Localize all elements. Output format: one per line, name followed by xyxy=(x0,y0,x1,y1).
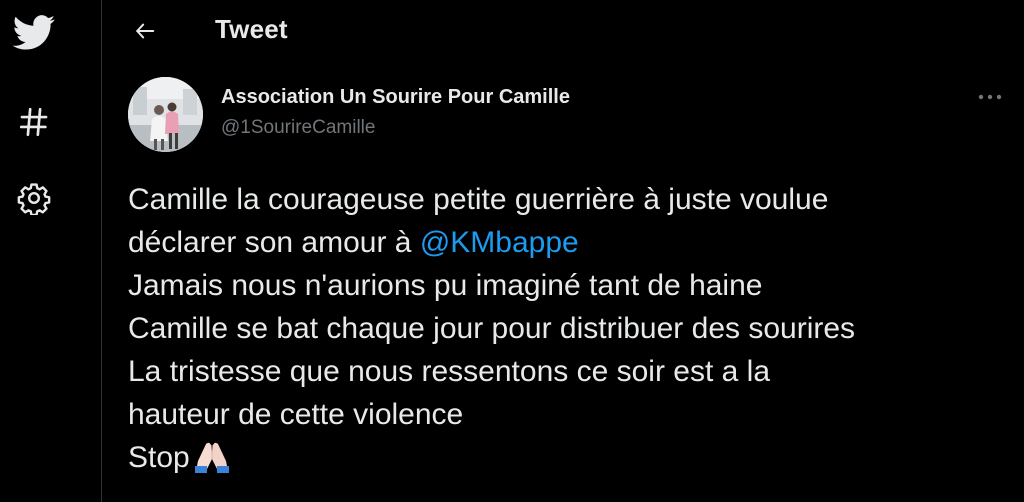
twitter-app: Tweet Association Un Sourire Pour Camill… xyxy=(0,0,1024,502)
gear-icon[interactable] xyxy=(12,176,56,220)
main-column: Tweet Association Un Sourire Pour Camill… xyxy=(102,0,1024,502)
folded-hands-emoji-icon xyxy=(192,441,232,485)
tweet-line: La tristesse que nous ressentons ce soir… xyxy=(128,355,771,388)
author-handle[interactable]: @1SourireCamille xyxy=(221,117,375,139)
author-name[interactable]: Association Un Sourire Pour Camille xyxy=(221,86,570,109)
tweet-line-text: Stop xyxy=(128,441,190,474)
sidebar xyxy=(0,0,102,502)
more-horizontal-icon xyxy=(978,94,1002,100)
more-button[interactable] xyxy=(972,84,1008,110)
mention-link[interactable]: @KMbappe xyxy=(420,226,579,259)
hashtag-icon[interactable] xyxy=(12,100,56,144)
tweet-line: hauteur de cette violence xyxy=(128,398,464,431)
avatar[interactable] xyxy=(128,77,203,152)
tweet-line: Camille la courageuse petite guerrière à… xyxy=(128,183,829,216)
tweet-line: Camille se bat chaque jour pour distribu… xyxy=(128,312,856,345)
tweet-line: Jamais nous n'aurions pu imaginé tant de… xyxy=(128,269,763,302)
twitter-logo-icon[interactable] xyxy=(10,12,58,54)
tweet-line-text: déclarer son amour à xyxy=(128,226,420,259)
page-title: Tweet xyxy=(215,14,288,44)
tweet-text: Camille la courageuse petite guerrière à… xyxy=(128,178,1008,485)
tweet-line: Stop xyxy=(128,436,1008,485)
tweet-line: déclarer son amour à @KMbappe xyxy=(128,221,1008,264)
arrow-left-icon xyxy=(136,23,155,39)
back-button[interactable] xyxy=(126,12,164,50)
